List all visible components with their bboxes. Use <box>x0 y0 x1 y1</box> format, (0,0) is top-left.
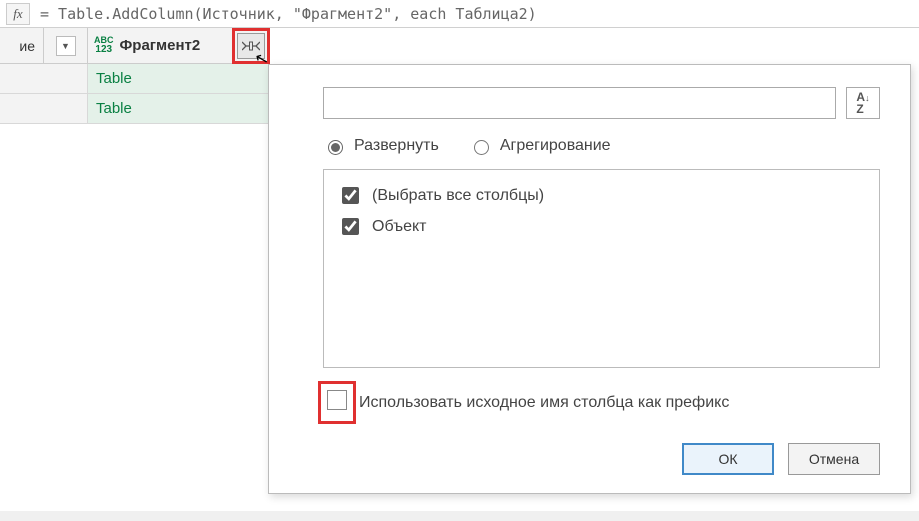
status-strip <box>0 511 919 521</box>
expand-icon <box>242 40 260 52</box>
column-checkbox-label: Объект <box>372 218 426 236</box>
select-all-label: (Выбрать все столбцы) <box>372 187 544 205</box>
column-header-fragment2[interactable]: ABC 123 Фрагмент2 ↖ <box>88 28 270 63</box>
data-grid: ие ▼ ABC 123 Фрагмент2 ↖ Table <box>0 28 270 148</box>
sort-az-button[interactable]: A↓Z <box>846 87 880 119</box>
ok-button[interactable]: ОК <box>682 443 774 475</box>
radio-aggregate[interactable]: Агрегирование <box>469 137 611 155</box>
prefix-checkbox[interactable] <box>327 390 347 410</box>
radio-expand-input[interactable] <box>328 140 343 155</box>
select-all-checkbox[interactable] <box>342 187 359 204</box>
prefix-label: Использовать исходное имя столбца как пр… <box>359 394 729 412</box>
mode-radio-group: Развернуть Агрегирование <box>323 137 880 155</box>
formula-bar: fx = Table.AddColumn(Источник, "Фрагмент… <box>0 0 919 28</box>
cancel-button[interactable]: Отмена <box>788 443 880 475</box>
prefix-checkbox-highlight <box>323 386 351 419</box>
table-row[interactable]: Table <box>0 94 270 124</box>
prefix-row[interactable]: Использовать исходное имя столбца как пр… <box>323 386 880 419</box>
formula-text[interactable]: = Table.AddColumn(Источник, "Фрагмент2",… <box>40 5 537 23</box>
expand-column-button[interactable]: ↖ <box>237 33 265 59</box>
popup-search-row: A↓Z <box>323 87 880 119</box>
button-row: ОК Отмена <box>323 443 880 475</box>
col-suffix-label: ие <box>19 38 35 54</box>
column-checkbox-row[interactable]: Объект <box>338 211 865 242</box>
column-name-label: Фрагмент2 <box>120 37 238 54</box>
table-row[interactable]: Table <box>0 64 270 94</box>
radio-expand[interactable]: Развернуть <box>323 137 439 155</box>
column-header-prev[interactable]: ие <box>0 28 44 63</box>
row-cell-value[interactable]: Table <box>88 64 270 93</box>
chevron-down-icon[interactable]: ▼ <box>56 36 76 56</box>
row-cell-prev <box>0 64 88 93</box>
row-cell-prev <box>0 94 88 123</box>
radio-aggregate-input[interactable] <box>474 140 489 155</box>
radio-expand-label: Развернуть <box>354 137 439 155</box>
expand-popup: A↓Z Развернуть Агрегирование (Выбрать вс… <box>268 64 911 494</box>
row-cell-value[interactable]: Table <box>88 94 270 123</box>
sort-az-icon: A↓Z <box>856 91 869 115</box>
datatype-any-icon: ABC 123 <box>94 36 114 55</box>
column-checkbox[interactable] <box>342 218 359 235</box>
column-header-prev-dropdown[interactable]: ▼ <box>44 28 88 63</box>
radio-aggregate-label: Агрегирование <box>500 137 611 155</box>
fx-button[interactable]: fx <box>6 3 30 25</box>
select-all-row[interactable]: (Выбрать все столбцы) <box>338 180 865 211</box>
search-input[interactable] <box>323 87 836 119</box>
header-row: ие ▼ ABC 123 Фрагмент2 ↖ <box>0 28 270 64</box>
columns-list[interactable]: (Выбрать все столбцы) Объект <box>323 169 880 368</box>
